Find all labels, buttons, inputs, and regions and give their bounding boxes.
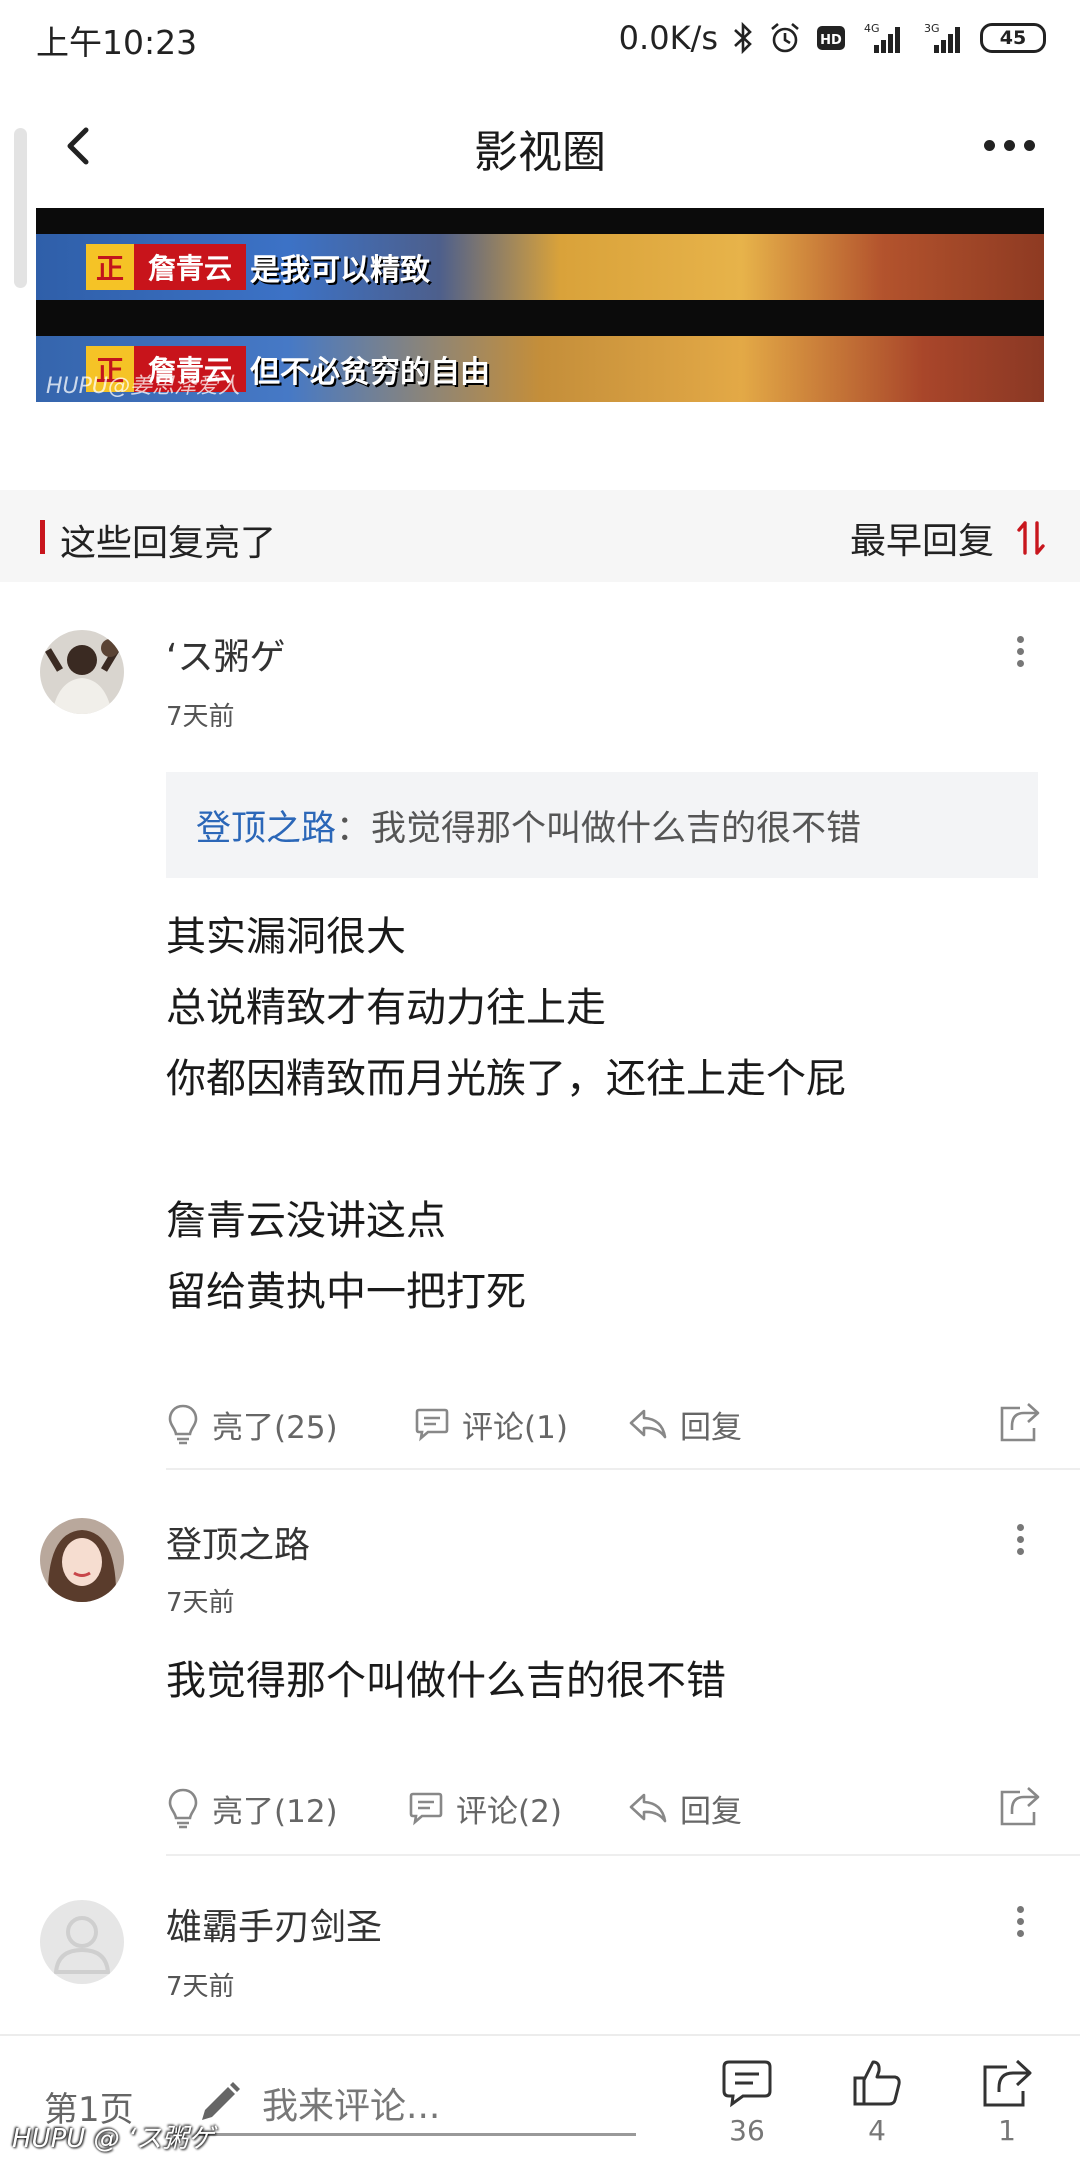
reply-button[interactable]: 回复 bbox=[628, 1394, 742, 1454]
comment-menu-button[interactable] bbox=[1000, 626, 1040, 676]
body-line: 留给黄执中一把打死 bbox=[166, 1269, 526, 1315]
status-icons: 0.0K/s HD 4G 3G 45 bbox=[619, 14, 1046, 62]
share-button[interactable] bbox=[998, 1784, 1040, 1830]
lightbulb-icon bbox=[168, 1404, 198, 1445]
scrollbar[interactable] bbox=[14, 128, 27, 288]
sort-arrows-icon bbox=[1017, 521, 1045, 555]
battery-indicator: 45 bbox=[980, 23, 1046, 53]
signal-4g-icon: 4G bbox=[860, 21, 906, 55]
comment-input[interactable]: 我来评论... bbox=[196, 2072, 636, 2136]
caption-tag: 正 bbox=[86, 244, 134, 290]
bluetooth-icon bbox=[732, 21, 754, 55]
comment-actions: 亮了(12) 评论(2) 回复 bbox=[166, 1778, 1040, 1838]
body-line bbox=[166, 1115, 846, 1186]
post-image[interactable]: 正 詹青云 是我可以精致 正 詹青云 但不必贫穷的自由 HUPU@姜思泽爱人 bbox=[36, 208, 1044, 402]
comment-actions: 亮了(25) 评论(1) 回复 bbox=[166, 1394, 1040, 1454]
comment-bubble-icon bbox=[415, 1408, 449, 1442]
quote-author[interactable]: 登顶之路 bbox=[196, 800, 336, 851]
username[interactable]: ‘ス粥ゲ bbox=[166, 628, 285, 680]
light-count: 亮了(25) bbox=[212, 1409, 338, 1446]
quote-separator: ： bbox=[336, 808, 372, 849]
more-dot-icon bbox=[1003, 139, 1015, 151]
svg-text:4G: 4G bbox=[864, 22, 880, 35]
lightbulb-icon bbox=[168, 1788, 198, 1829]
svg-text:3G: 3G bbox=[924, 22, 940, 35]
image-watermark: HUPU@姜思泽爱人 bbox=[46, 374, 241, 399]
caption-speaker: 詹青云 bbox=[134, 244, 247, 290]
light-button[interactable]: 亮了(12) bbox=[166, 1778, 338, 1838]
comments-button[interactable]: 36 bbox=[702, 2058, 792, 2147]
comment-menu-button[interactable] bbox=[1000, 1514, 1040, 1564]
comment-body: 我觉得那个叫做什么吉的很不错 bbox=[166, 1646, 726, 1717]
reply-arrow-icon bbox=[629, 1793, 667, 1823]
alarm-icon bbox=[768, 21, 802, 55]
comment-body: 其实漏洞很大 总说精致才有动力往上走 你都因精致而月光族了，还往上走个屁 詹青云… bbox=[166, 902, 846, 1328]
avatar[interactable] bbox=[40, 1518, 124, 1602]
comment-menu-button[interactable] bbox=[1000, 1896, 1040, 1946]
comment-count: 评论(2) bbox=[456, 1793, 562, 1830]
comment-count-button[interactable]: 评论(1) bbox=[414, 1394, 568, 1454]
svg-text:HD: HD bbox=[820, 33, 842, 48]
timestamp: 7天前 bbox=[166, 1588, 235, 1618]
comment-bubble-icon bbox=[722, 2060, 772, 2108]
username[interactable]: 登顶之路 bbox=[166, 1516, 310, 1568]
comment-item: 登顶之路 7天前 我觉得那个叫做什么吉的很不错 亮了(12) 评论(2) 回复 bbox=[0, 1470, 1080, 1856]
reply-label: 回复 bbox=[680, 1409, 742, 1446]
caption-line-2: 但不必贫穷的自由 bbox=[250, 355, 490, 390]
reply-arrow-icon bbox=[629, 1409, 667, 1439]
shares-count: 1 bbox=[998, 2114, 1016, 2147]
more-dot-icon bbox=[983, 139, 995, 151]
comment-item: 雄霸手刃剑圣 7天前 bbox=[0, 1856, 1080, 2034]
comment-item: ‘ス粥ゲ 7天前 登顶之路 ： 我觉得那个叫做什么吉的很不错 其实漏洞很大 总说… bbox=[0, 584, 1080, 1470]
reply-label: 回复 bbox=[680, 1793, 742, 1830]
light-button[interactable]: 亮了(25) bbox=[166, 1394, 338, 1454]
caption-line-1: 是我可以精致 bbox=[250, 253, 430, 288]
light-count: 亮了(12) bbox=[212, 1793, 338, 1830]
share-button[interactable] bbox=[998, 1400, 1040, 1446]
subtitle-strip-1: 正 詹青云 是我可以精致 bbox=[36, 234, 1044, 300]
body-line: 其实漏洞很大 bbox=[166, 914, 406, 960]
sort-button[interactable]: 最早回复 bbox=[850, 512, 1046, 564]
share-icon bbox=[1000, 1787, 1040, 1826]
status-bar: 上午10:23 0.0K/s HD 4G 3G 45 bbox=[0, 0, 1080, 80]
share-post-button[interactable]: 1 bbox=[962, 2058, 1052, 2147]
body-line: 我觉得那个叫做什么吉的很不错 bbox=[166, 1658, 726, 1704]
comment-count: 评论(1) bbox=[462, 1409, 568, 1446]
status-time: 上午10:23 bbox=[36, 23, 198, 62]
comment-input-placeholder: 我来评论... bbox=[262, 2085, 441, 2127]
comments-count: 36 bbox=[729, 2114, 765, 2147]
screen-watermark: HUPU @ ‘ス粥ゲ bbox=[12, 2124, 215, 2154]
quote-text: 我觉得那个叫做什么吉的很不错 bbox=[371, 808, 862, 849]
share-icon bbox=[983, 2059, 1032, 2107]
body-line: 总说精致才有动力往上走 bbox=[166, 985, 606, 1031]
hd-icon: HD bbox=[816, 24, 846, 52]
signal-3g-icon: 3G bbox=[920, 21, 966, 55]
section-accent-bar bbox=[40, 520, 45, 554]
body-line: 詹青云没讲这点 bbox=[166, 1198, 446, 1244]
username[interactable]: 雄霸手刃剑圣 bbox=[166, 1898, 382, 1950]
quoted-reply[interactable]: 登顶之路 ： 我觉得那个叫做什么吉的很不错 bbox=[166, 772, 1038, 878]
likes-count: 4 bbox=[868, 2114, 886, 2147]
reply-button[interactable]: 回复 bbox=[628, 1778, 742, 1838]
sort-label: 最早回复 bbox=[849, 521, 994, 562]
timestamp: 7天前 bbox=[166, 702, 235, 732]
more-dot-icon bbox=[1023, 139, 1035, 151]
default-avatar[interactable] bbox=[40, 1900, 124, 1984]
body-line: 你都因精致而月光族了，还往上走个屁 bbox=[166, 1056, 846, 1102]
net-speed: 0.0K/s bbox=[618, 19, 718, 57]
nav-bar: 影视圈 bbox=[0, 90, 1080, 200]
thumbs-up-icon bbox=[853, 2060, 901, 2106]
comment-count-button[interactable]: 评论(2) bbox=[408, 1778, 562, 1838]
timestamp: 7天前 bbox=[166, 1972, 235, 2002]
more-options-button[interactable] bbox=[974, 120, 1044, 170]
comment-bubble-icon bbox=[409, 1792, 443, 1826]
share-icon bbox=[1000, 1403, 1040, 1442]
like-button[interactable]: 4 bbox=[832, 2058, 922, 2147]
page-title: 影视圈 bbox=[474, 127, 606, 178]
section-title: 这些回复亮了 bbox=[60, 523, 277, 564]
avatar[interactable] bbox=[40, 630, 124, 714]
section-header: 这些回复亮了 最早回复 bbox=[0, 490, 1080, 582]
